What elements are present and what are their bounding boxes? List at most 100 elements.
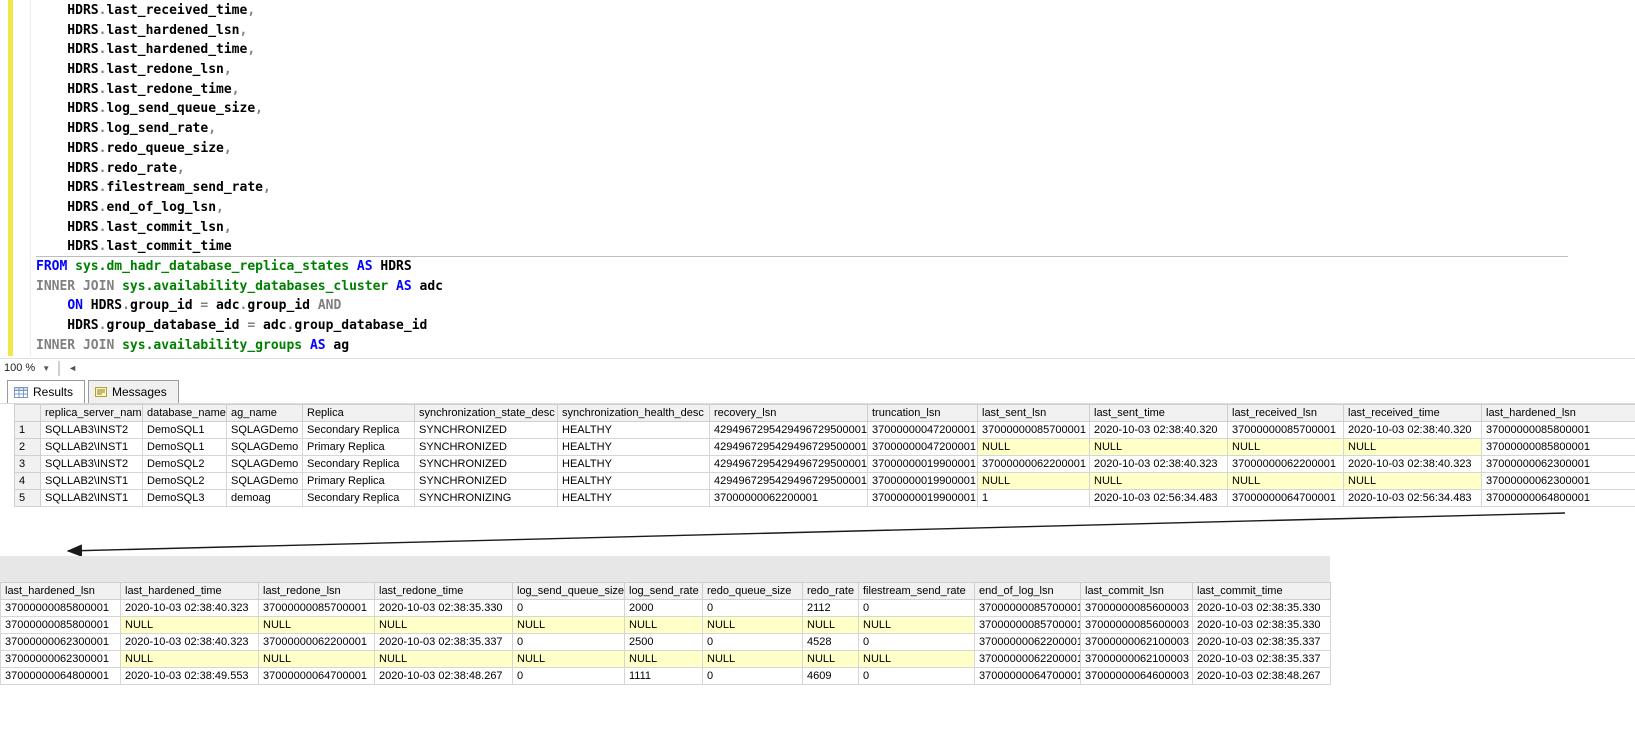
grid-cell[interactable]: 4294967295429496729500001 [710, 439, 868, 456]
grid-cell[interactable]: DemoSQL1 [143, 439, 227, 456]
column-header[interactable]: Replica [303, 405, 415, 422]
grid-cell[interactable]: 37000000085600003 [1081, 600, 1193, 617]
grid-cell[interactable]: 4609 [803, 668, 859, 685]
grid-cell[interactable]: Secondary Replica [303, 422, 415, 439]
column-header[interactable]: last_received_time [1344, 405, 1482, 422]
grid-cell[interactable]: 4294967295429496729500001 [710, 473, 868, 490]
grid-cell[interactable]: demoag [227, 490, 303, 507]
grid-cell[interactable]: 4294967295429496729500001 [710, 422, 868, 439]
grid-cell[interactable]: HEALTHY [558, 490, 710, 507]
grid-cell[interactable]: 2020-10-03 02:38:35.330 [1193, 600, 1331, 617]
grid-cell[interactable]: 37000000019900001 [868, 473, 978, 490]
code-line[interactable]: HDRS.last_hardened_lsn, [36, 21, 1568, 41]
grid-cell[interactable]: NULL [1228, 439, 1344, 456]
row-number[interactable]: 4 [15, 473, 41, 490]
grid-cell[interactable]: 0 [513, 634, 625, 651]
grid-cell[interactable]: SYNCHRONIZED [415, 439, 558, 456]
code-line[interactable]: HDRS.end_of_log_lsn, [36, 198, 1568, 218]
grid-cell[interactable]: 37000000064700001 [259, 668, 375, 685]
grid-cell[interactable]: DemoSQL3 [143, 490, 227, 507]
column-header[interactable]: last_redone_time [375, 583, 513, 600]
column-header[interactable]: last_hardened_lsn [1482, 405, 1635, 422]
grid-cell[interactable]: NULL [703, 617, 803, 634]
column-header[interactable]: log_send_queue_size [513, 583, 625, 600]
grid-cell[interactable]: 2020-10-03 02:38:40.320 [1344, 422, 1482, 439]
grid-cell[interactable]: 37000000085700001 [259, 600, 375, 617]
grid-cell[interactable]: 37000000085800001 [1, 617, 121, 634]
scroll-left-arrow-icon[interactable]: ◄ [63, 363, 82, 373]
grid-cell[interactable]: 0 [703, 600, 803, 617]
grid-cell[interactable]: NULL [859, 651, 975, 668]
code-line[interactable]: INNER JOIN sys.availability_databases_cl… [36, 277, 1568, 297]
grid-cell[interactable]: SYNCHRONIZED [415, 473, 558, 490]
grid-cell[interactable]: 37000000064700001 [1228, 490, 1344, 507]
column-header[interactable]: last_commit_time [1193, 583, 1331, 600]
grid-cell[interactable]: HEALTHY [558, 439, 710, 456]
grid-cell[interactable]: 2020-10-03 02:38:40.320 [1090, 422, 1228, 439]
grid-cell[interactable]: SQLLAB2\INST1 [41, 473, 143, 490]
grid-cell[interactable]: DemoSQL1 [143, 422, 227, 439]
splitter-handle[interactable] [58, 361, 60, 376]
grid-cell[interactable]: 37000000062300001 [1, 651, 121, 668]
select-all-corner[interactable] [15, 405, 41, 422]
code-line[interactable]: HDRS.last_commit_lsn, [36, 218, 1568, 238]
grid-cell[interactable]: NULL [978, 439, 1090, 456]
grid-cell[interactable]: 2000 [625, 600, 703, 617]
grid-cell[interactable]: 37000000085800001 [1482, 439, 1635, 456]
grid-cell[interactable]: 37000000064800001 [1, 668, 121, 685]
code-line[interactable]: HDRS.redo_queue_size, [36, 139, 1568, 159]
code-line[interactable]: HDRS.last_received_time, [36, 1, 1568, 21]
column-header[interactable]: recovery_lsn [710, 405, 868, 422]
grid-cell[interactable]: 0 [513, 600, 625, 617]
column-header[interactable]: last_received_lsn [1228, 405, 1344, 422]
grid-cell[interactable]: 37000000062200001 [1228, 456, 1344, 473]
grid-cell[interactable]: 2020-10-03 02:38:40.323 [121, 634, 259, 651]
grid-cell[interactable]: 37000000062100003 [1081, 634, 1193, 651]
grid-cell[interactable]: 1111 [625, 668, 703, 685]
tab-messages[interactable]: Messages [88, 380, 179, 403]
code-line[interactable]: HDRS.group_database_id = adc.group_datab… [36, 316, 1568, 336]
grid-cell[interactable]: 2020-10-03 02:38:40.323 [1344, 456, 1482, 473]
grid-cell[interactable]: DemoSQL2 [143, 473, 227, 490]
code-line[interactable]: ON HDRS.group_id = adc.group_id AND [36, 296, 1568, 316]
grid-cell[interactable]: HEALTHY [558, 422, 710, 439]
grid-cell[interactable]: SQLLAB3\INST2 [41, 422, 143, 439]
grid-cell[interactable]: NULL [259, 651, 375, 668]
grid-cell[interactable]: SQLLAB3\INST2 [41, 456, 143, 473]
grid-cell[interactable]: HEALTHY [558, 456, 710, 473]
grid-cell[interactable]: NULL [513, 617, 625, 634]
column-header[interactable]: last_commit_lsn [1081, 583, 1193, 600]
grid-cell[interactable]: 0 [513, 668, 625, 685]
grid-cell[interactable]: 2020-10-03 02:38:35.337 [1193, 634, 1331, 651]
grid-cell[interactable]: 37000000064600003 [1081, 668, 1193, 685]
grid-cell[interactable]: NULL [121, 617, 259, 634]
grid-cell[interactable]: 2020-10-03 02:56:34.483 [1090, 490, 1228, 507]
grid-cell[interactable]: 1 [978, 490, 1090, 507]
grid-cell[interactable]: NULL [513, 651, 625, 668]
code-line[interactable]: HDRS.last_hardened_time, [36, 40, 1568, 60]
column-header[interactable]: synchronization_health_desc [558, 405, 710, 422]
grid-cell[interactable]: NULL [978, 473, 1090, 490]
grid-cell[interactable]: 0 [703, 634, 803, 651]
grid-cell[interactable]: 0 [859, 634, 975, 651]
grid-cell[interactable]: 37000000062100003 [1081, 651, 1193, 668]
grid-cell[interactable]: NULL [375, 617, 513, 634]
column-header[interactable]: last_hardened_lsn [1, 583, 121, 600]
grid-cell[interactable]: NULL [1090, 473, 1228, 490]
grid-cell[interactable]: DemoSQL2 [143, 456, 227, 473]
column-header[interactable]: redo_queue_size [703, 583, 803, 600]
grid-cell[interactable]: 2020-10-03 02:38:49.553 [121, 668, 259, 685]
grid-cell[interactable]: 37000000062300001 [1, 634, 121, 651]
column-header[interactable]: filestream_send_rate [859, 583, 975, 600]
grid-cell[interactable]: 2500 [625, 634, 703, 651]
grid-cell[interactable]: Primary Replica [303, 473, 415, 490]
grid-cell[interactable]: 2020-10-03 02:38:40.323 [1090, 456, 1228, 473]
grid-cell[interactable]: NULL [859, 617, 975, 634]
grid-cell[interactable]: 37000000062200001 [978, 456, 1090, 473]
grid-cell[interactable]: 37000000085700001 [975, 617, 1081, 634]
grid-cell[interactable]: 37000000064700001 [975, 668, 1081, 685]
grid-cell[interactable]: 0 [859, 600, 975, 617]
row-number[interactable]: 1 [15, 422, 41, 439]
grid-cell[interactable]: 37000000019900001 [868, 456, 978, 473]
row-number[interactable]: 3 [15, 456, 41, 473]
